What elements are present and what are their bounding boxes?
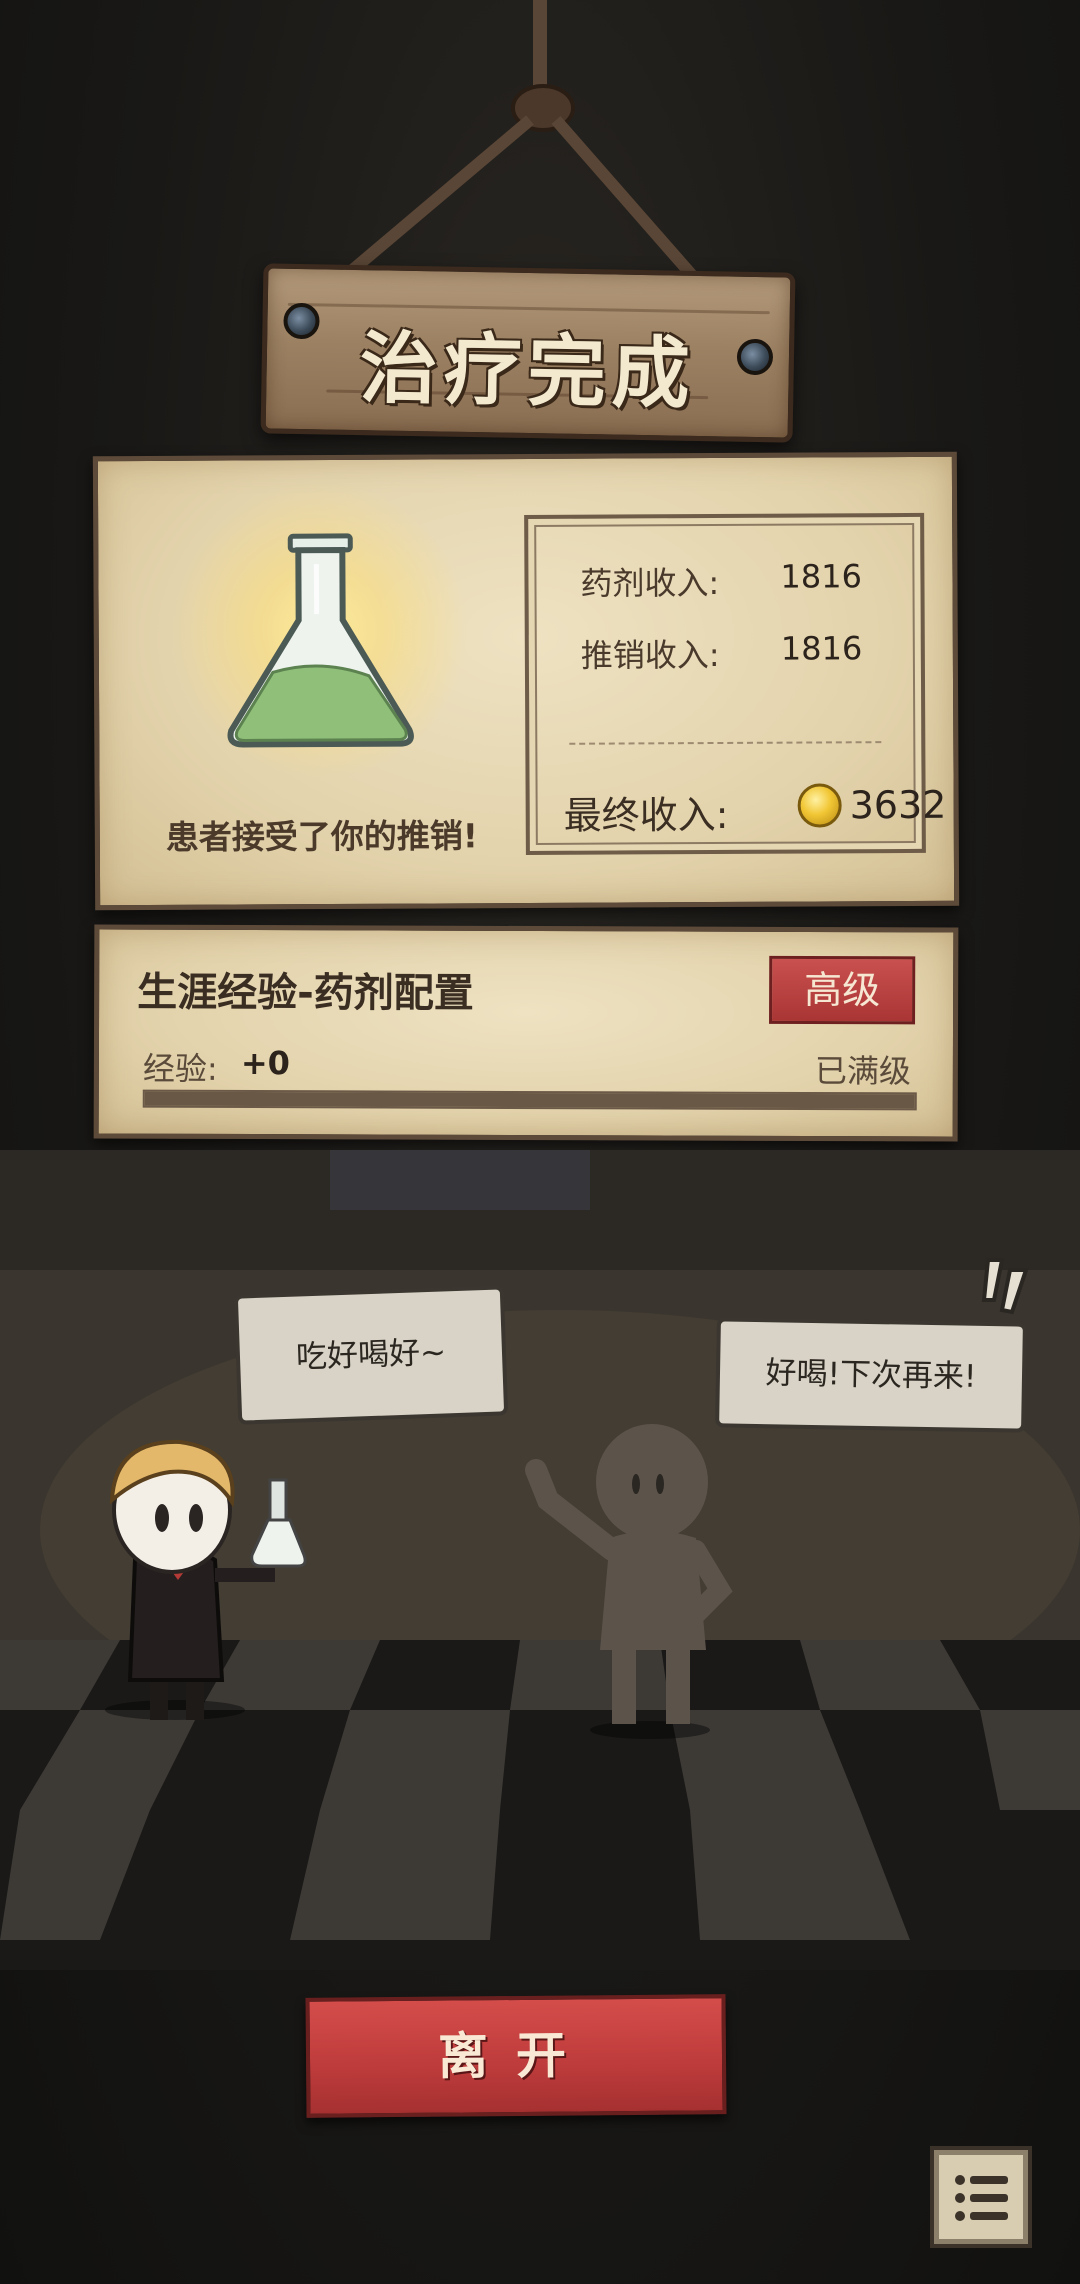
gold-coin-icon xyxy=(797,783,842,828)
title-sign: 治疗完成 xyxy=(260,263,796,443)
list-menu-icon xyxy=(955,2175,1008,2221)
experience-progress-bar xyxy=(142,1089,917,1111)
experience-label: 经验: xyxy=(142,1049,218,1088)
scene-illustration xyxy=(0,1150,1080,1970)
level-badge: 高级 xyxy=(769,955,916,1025)
menu-button[interactable] xyxy=(930,2146,1032,2248)
promo-income-label: 推销收入: xyxy=(580,635,720,675)
income-summary: 药剂收入: 1816 推销收入: 1816 最终收入: 3632 xyxy=(524,512,947,856)
potion-income-value: 1816 xyxy=(780,557,862,596)
patient-speech-bubble: 好喝!下次再来! xyxy=(715,1317,1027,1433)
max-level-status: 已满级 xyxy=(814,1052,911,1091)
promo-income-row: 推销收入: 1816 xyxy=(529,629,921,675)
result-message: 患者接受了你的推销! xyxy=(165,816,478,857)
divider xyxy=(569,741,882,745)
leave-button[interactable]: 离开 xyxy=(305,1994,727,2118)
potion-display: 患者接受了你的推销! xyxy=(120,469,522,891)
experience-value: +0 xyxy=(240,1044,291,1083)
potion-income-row: 药剂收入: 1816 xyxy=(528,557,920,603)
promo-income-value: 1816 xyxy=(780,629,863,668)
experience-title: 生涯经验-药剂配置 xyxy=(137,969,474,1017)
game-screen: 治疗完成 患者接受了你的推销! 药剂收入: 1816 推销收入: 1816 最终… xyxy=(0,0,1080,2284)
income-panel: 患者接受了你的推销! 药剂收入: 1816 推销收入: 1816 最终收入: 3… xyxy=(92,451,960,911)
page-title: 治疗完成 xyxy=(358,324,697,420)
potion-income-label: 药剂收入: xyxy=(580,563,720,603)
flask-icon xyxy=(227,533,414,748)
final-income-label: 最终收入: xyxy=(563,792,729,838)
experience-panel: 生涯经验-药剂配置 高级 经验: +0 已满级 xyxy=(93,924,959,1142)
clinic-scene: 吃好喝好~ 好喝!下次再来! xyxy=(0,1150,1080,1970)
experience-progress-fill xyxy=(144,1091,915,1109)
final-income-value: 3632 xyxy=(849,782,947,828)
final-income-row: 最终收入: 3632 xyxy=(564,779,947,838)
doctor-speech-bubble: 吃好喝好~ xyxy=(233,1285,509,1425)
